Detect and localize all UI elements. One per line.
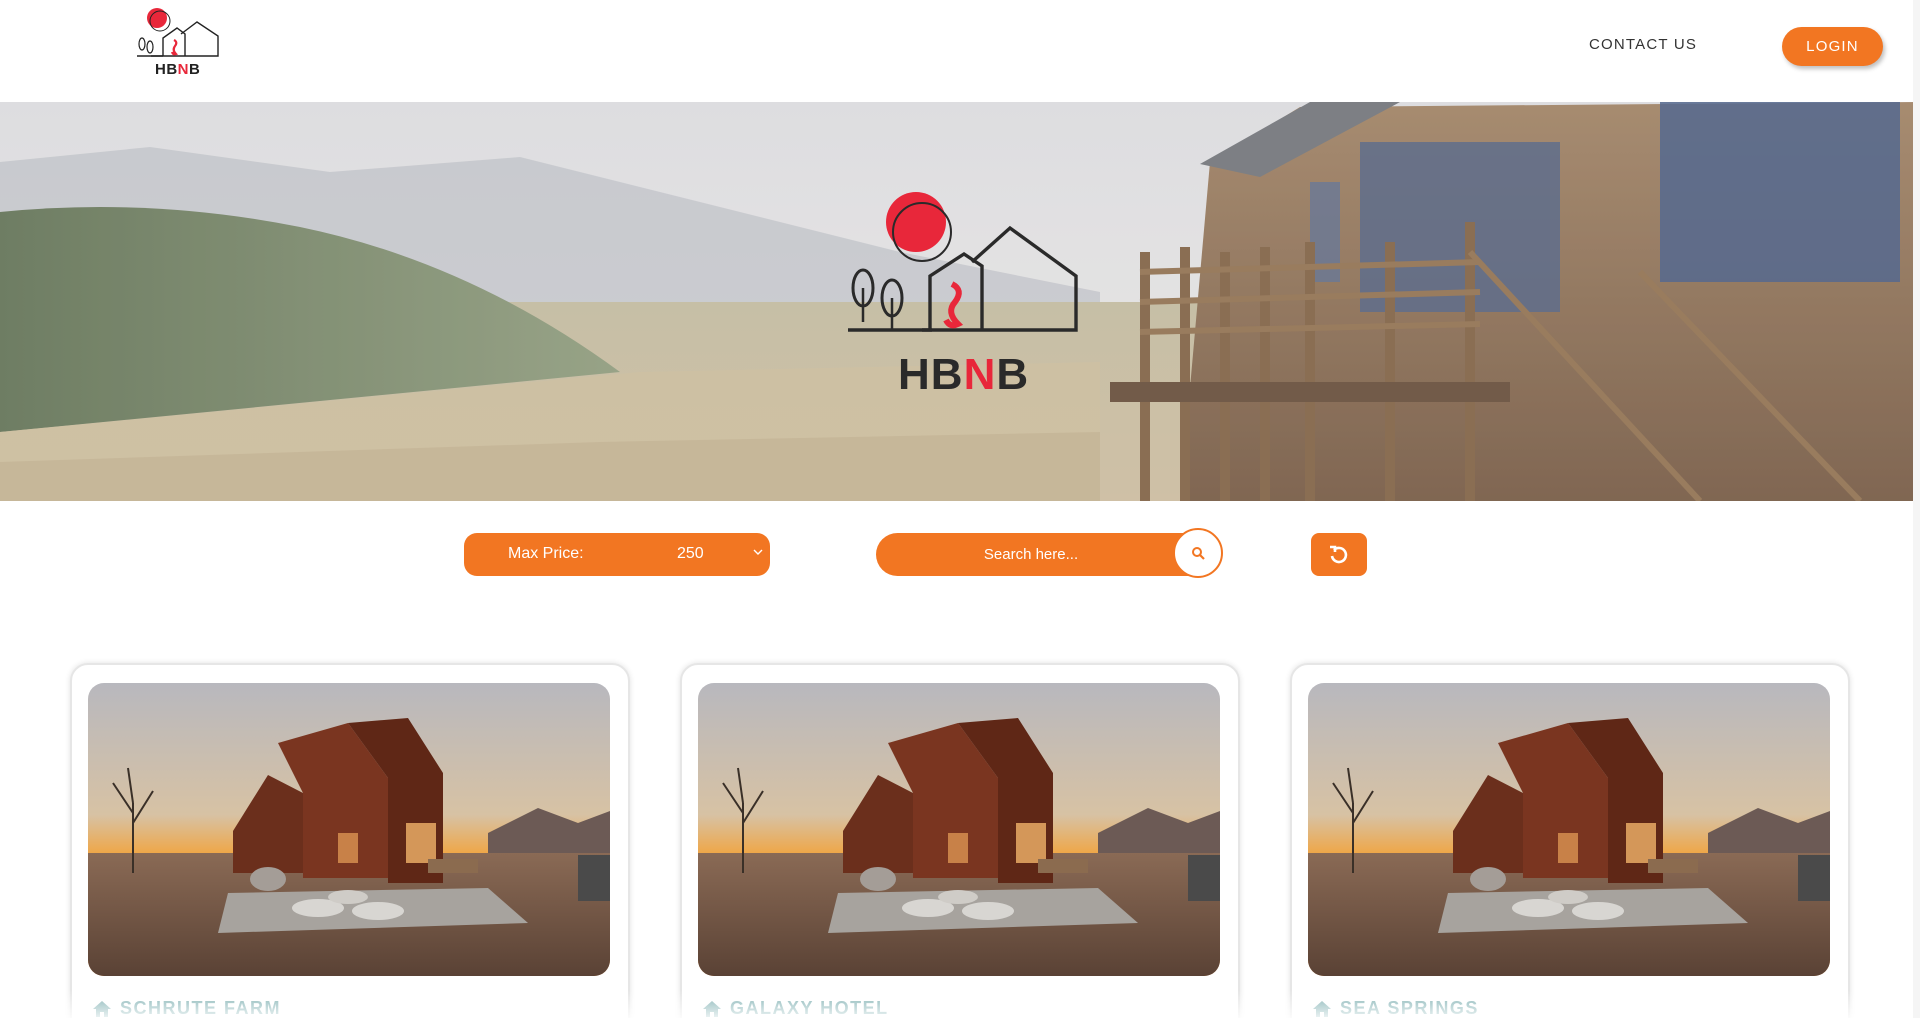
place-image (1308, 683, 1830, 976)
place-card[interactable]: GALAXY HOTEL (680, 663, 1240, 1018)
place-name: SEA SPRINGS (1340, 998, 1479, 1018)
search-button[interactable] (1173, 528, 1223, 578)
login-button[interactable]: LOGIN (1782, 27, 1883, 66)
search-bar (876, 533, 1222, 576)
place-image (698, 683, 1220, 976)
home-icon (93, 1000, 111, 1017)
place-image (88, 683, 610, 976)
contact-us-link[interactable]: CONTACT US (1589, 36, 1697, 53)
home-icon (1313, 1000, 1331, 1017)
place-card[interactable]: SCHRUTE FARM (70, 663, 630, 1018)
hero-logo-icon (848, 192, 1078, 332)
site-header: HBNB CONTACT US LOGIN (0, 0, 1920, 102)
max-price-value: 250 (677, 545, 704, 562)
hero-wordmark: HBNB (898, 350, 1030, 399)
place-card[interactable]: SEA SPRINGS (1290, 663, 1850, 1018)
max-price-label: Max Price: (508, 545, 584, 562)
reset-filters-button[interactable] (1311, 533, 1367, 576)
page-scrollbar[interactable] (1913, 0, 1920, 1018)
place-name: SCHRUTE FARM (120, 998, 281, 1018)
brand-wordmark: HBNB (155, 61, 201, 78)
max-price-select[interactable]: Max Price: 250 (464, 533, 770, 576)
hero-banner: HBNB (0, 102, 1920, 501)
reset-icon (1330, 545, 1348, 563)
search-input[interactable] (896, 533, 1166, 576)
place-name: GALAXY HOTEL (730, 998, 889, 1018)
search-icon (1192, 547, 1205, 560)
home-icon (703, 1000, 721, 1017)
chevron-down-icon (753, 549, 763, 555)
